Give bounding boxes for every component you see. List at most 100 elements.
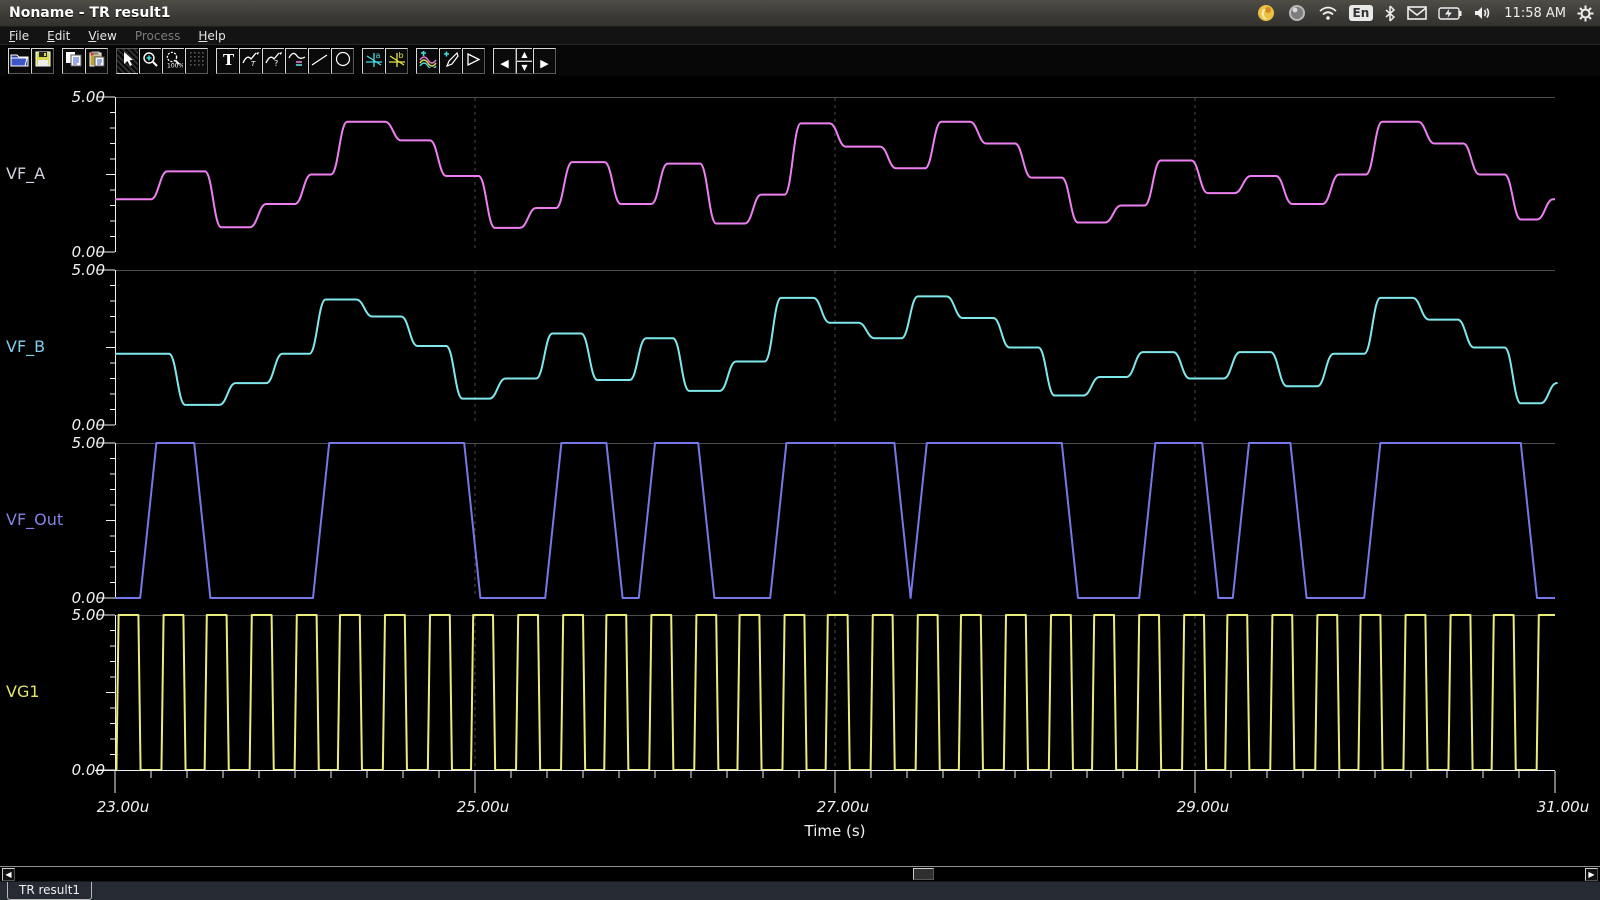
- scrollbar-right-arrow[interactable]: ▶: [1585, 868, 1598, 881]
- xtick-label-31.00u: 31.00u: [1518, 798, 1600, 816]
- panel-vf_b[interactable]: [95, 268, 1560, 427]
- cursb-icon: b: [388, 51, 406, 72]
- scroll-right-button[interactable]: ▶: [533, 48, 556, 74]
- run-icon: [466, 52, 481, 71]
- svg-text:a: a: [375, 51, 380, 60]
- paste-button[interactable]: [85, 48, 108, 74]
- page-spinner[interactable]: ▲▼: [516, 48, 533, 74]
- probe-button[interactable]: [439, 48, 462, 74]
- zoom-100-button[interactable]: 100%: [162, 48, 185, 74]
- xtick-label-29.00u: 29.00u: [1158, 798, 1248, 816]
- text-tool-button[interactable]: T: [216, 48, 239, 74]
- trace-label-vf_a: VF_A: [6, 164, 106, 183]
- save-icon: [35, 51, 51, 71]
- horizontal-scrollbar[interactable]: ◀ ▶: [0, 866, 1600, 882]
- tab-tr-result1[interactable]: TR result1: [7, 882, 92, 900]
- cursor-icon: [121, 51, 135, 71]
- line-icon: [311, 52, 328, 71]
- line-tool-button[interactable]: [308, 48, 331, 74]
- probe-icon: [442, 51, 459, 72]
- add-curve-button[interactable]: [416, 48, 439, 74]
- menu-item-edit[interactable]: Edit: [38, 28, 79, 44]
- paste-icon: [89, 51, 105, 71]
- trace-label-vg1: VG1: [6, 682, 106, 701]
- panel-vf_a[interactable]: [95, 95, 1560, 254]
- toolbar-group: T T?: [216, 48, 354, 74]
- wavearrow-q-icon: ?: [265, 51, 283, 71]
- toolbar-group: [416, 48, 485, 74]
- trace-vf_b: [115, 296, 1557, 405]
- open-button[interactable]: [8, 48, 31, 74]
- toolbar-group: [8, 48, 54, 74]
- toolbar-group: ◀ ▲▼ ▶: [493, 48, 556, 74]
- scroll-left-button[interactable]: ◀: [493, 48, 516, 74]
- addcurves-icon: [419, 51, 437, 72]
- svg-text:100%: 100%: [167, 62, 183, 68]
- circle-icon: [335, 51, 351, 71]
- spin-down-icon[interactable]: ▼: [516, 61, 533, 74]
- cursa-icon: a: [365, 51, 383, 72]
- svg-text:T: T: [251, 60, 256, 67]
- session-gear-icon[interactable]: [1577, 5, 1594, 22]
- menubar: FileEditViewProcessHelp: [0, 27, 1600, 44]
- wifi-icon[interactable]: [1318, 5, 1338, 21]
- circle-tool-button[interactable]: [331, 48, 354, 74]
- toolbar-group: [62, 48, 108, 74]
- menu-item-process[interactable]: Process: [126, 28, 190, 44]
- trace-label-vf_out: VF_Out: [6, 510, 106, 529]
- waveform-chart: VF_A5.000.00VF_B5.000.00VF_Out5.000.00VG…: [0, 76, 1600, 866]
- navleft-icon: ◀: [500, 52, 508, 71]
- scrollbar-thumb[interactable]: [913, 868, 934, 880]
- toolbar-group: 100%: [116, 48, 208, 74]
- toolbar-group: ab: [362, 48, 408, 74]
- cursor-tool-button[interactable]: [116, 48, 139, 74]
- panel-vg1[interactable]: [95, 613, 1560, 772]
- volume-icon[interactable]: [1473, 5, 1493, 21]
- legend-button[interactable]: [285, 48, 308, 74]
- keyboard-indicator[interactable]: En: [1349, 5, 1374, 21]
- svg-text:T: T: [223, 52, 235, 67]
- messaging-icon[interactable]: [1256, 3, 1276, 23]
- clock-label[interactable]: 11:58 AM: [1504, 6, 1566, 21]
- battery-icon[interactable]: [1438, 7, 1462, 20]
- menu-item-file[interactable]: File: [0, 28, 38, 44]
- waveeq-icon: [288, 51, 306, 71]
- trace-label-vf_b: VF_B: [6, 337, 106, 356]
- wavearrow-t-icon: T: [242, 51, 260, 71]
- toolbar: 100%TT?ab◀▲▼▶: [0, 44, 1600, 77]
- spin-up-icon[interactable]: ▲: [516, 48, 533, 61]
- svg-text:b: b: [398, 51, 403, 60]
- scrollbar-left-arrow[interactable]: ◀: [2, 868, 15, 881]
- menu-item-help[interactable]: Help: [189, 28, 234, 44]
- x-axis-title: Time (s): [735, 822, 935, 840]
- application-window: Noname - TR result1 En: [0, 0, 1600, 900]
- save-button[interactable]: [31, 48, 54, 74]
- copy-button[interactable]: [62, 48, 85, 74]
- xtick-label-25.00u: 25.00u: [438, 798, 528, 816]
- grid-button[interactable]: [185, 48, 208, 74]
- navright-icon: ▶: [540, 52, 548, 71]
- system-tray: En 11:58 AM: [1256, 0, 1594, 26]
- bluetooth-icon[interactable]: [1384, 5, 1396, 22]
- svg-text:?: ?: [274, 59, 278, 67]
- xtick-label-27.00u: 27.00u: [798, 798, 888, 816]
- titlebar: Noname - TR result1 En: [0, 0, 1600, 27]
- panel-vf_out[interactable]: [95, 441, 1560, 600]
- time-axis: [95, 770, 1560, 800]
- cursor-a-button[interactable]: a: [362, 48, 385, 74]
- window-title: Noname - TR result1: [9, 5, 171, 21]
- open-icon: [10, 51, 29, 71]
- tab-bar: TR result1: [0, 881, 1600, 900]
- zoomout-icon: 100%: [165, 51, 183, 72]
- zoomin-icon: [142, 51, 159, 72]
- cursor-b-button[interactable]: b: [385, 48, 408, 74]
- run-button[interactable]: [462, 48, 485, 74]
- menu-item-view[interactable]: View: [79, 28, 125, 44]
- text-icon: T: [221, 52, 235, 71]
- label-curve-button[interactable]: T: [239, 48, 262, 74]
- zoom-in-button[interactable]: [139, 48, 162, 74]
- xtick-label-23.00u: 23.00u: [78, 798, 168, 816]
- status-orb-icon[interactable]: [1287, 3, 1307, 23]
- mail-icon[interactable]: [1407, 6, 1427, 20]
- query-curve-button[interactable]: ?: [262, 48, 285, 74]
